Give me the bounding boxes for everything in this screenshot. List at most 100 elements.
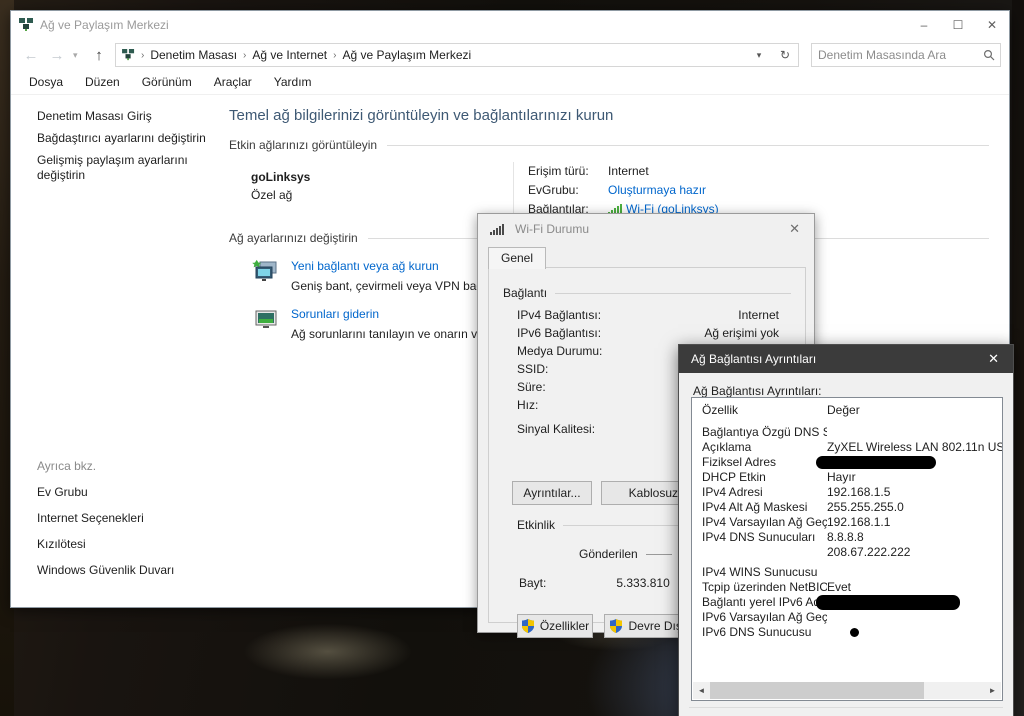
back-icon[interactable]: ←: [21, 47, 41, 64]
details-row[interactable]: Bağlantı yerel IPv6 Adresi: [692, 595, 1002, 610]
sent-label: Gönderilen: [579, 547, 638, 561]
details-row[interactable]: IPv6 Varsayılan Ağ Geçidi: [692, 610, 1002, 625]
wifi-status-row: IPv4 Bağlantısı:Internet: [517, 306, 779, 324]
details-listview[interactable]: Özellik Değer Bağlantıya Özgü DNS S...Aç…: [691, 397, 1003, 701]
breadcrumb-item[interactable]: Denetim Masası: [150, 48, 237, 62]
tab-general[interactable]: Genel: [488, 247, 546, 269]
wifi-row-label: IPv6 Bağlantısı:: [517, 324, 601, 342]
details-row[interactable]: Tcpip üzerinden NetBIO...Evet: [692, 580, 1002, 595]
details-value: [827, 610, 1002, 625]
horizontal-scrollbar[interactable]: ◄ ►: [693, 682, 1001, 699]
menu-görünüm[interactable]: Görünüm: [142, 75, 192, 89]
history-chevron-icon[interactable]: ▾: [73, 50, 83, 61]
details-property: IPv4 WINS Sunucusu: [702, 565, 827, 580]
desktop-wallpaper: Ağ ve Paylaşım Merkezi – ☐ ✕ ← → ▾ ↑ › D…: [0, 0, 1024, 716]
details-row[interactable]: 208.67.222.222: [692, 545, 1002, 560]
network-details-dialog: Ağ Bağlantısı Ayrıntıları ✕ Ağ Bağlantıs…: [678, 344, 1014, 716]
wifi-status-row: IPv6 Bağlantısı:Ağ erişimi yok: [517, 324, 779, 342]
details-property: [702, 545, 827, 560]
navigation-toolbar: ← → ▾ ↑ › Denetim Masası›Ağ ve Internet›…: [11, 39, 1009, 71]
see-also-link[interactable]: Kızılötesi: [37, 537, 209, 552]
menu-araçlar[interactable]: Araçlar: [214, 75, 252, 89]
search-input[interactable]: [812, 48, 978, 62]
sidebar-link[interactable]: Bağdaştırıcı ayarlarını değiştirin: [37, 131, 209, 146]
search-box[interactable]: [811, 43, 1001, 67]
up-icon[interactable]: ↑: [89, 47, 109, 64]
wifi-row-value: Internet: [738, 306, 779, 324]
minimize-button[interactable]: –: [907, 11, 941, 39]
details-row[interactable]: IPv6 DNS Sunucusu: [692, 625, 1002, 640]
details-close-icon[interactable]: ✕: [984, 349, 1003, 369]
details-row[interactable]: IPv4 WINS Sunucusu: [692, 565, 1002, 580]
page-title: Temel ağ bilgilerinizi görüntüleyin ve b…: [229, 107, 989, 124]
scrollbar-thumb[interactable]: [710, 682, 924, 699]
details-dialog-titlebar[interactable]: Ağ Bağlantısı Ayrıntıları ✕: [679, 345, 1013, 373]
wifi-status-icon: [490, 224, 504, 235]
details-property: IPv4 Adresi: [702, 485, 827, 500]
bytes-label: Bayt:: [519, 576, 546, 590]
details-row[interactable]: IPv4 DNS Sunucuları8.8.8.8: [692, 530, 1002, 545]
column-property[interactable]: Özellik: [702, 403, 827, 417]
sidebar-link[interactable]: Gelişmiş paylaşım ayarlarını değiştirin: [37, 153, 209, 183]
details-dialog-title: Ağ Bağlantısı Ayrıntıları: [691, 352, 984, 366]
details-property: Fiziksel Adres: [702, 455, 827, 470]
network-location-icon: [122, 49, 135, 61]
maximize-button[interactable]: ☐: [941, 11, 975, 39]
details-value: Evet: [827, 580, 1002, 595]
access-type-value: Internet: [608, 164, 649, 178]
close-button[interactable]: ✕: [975, 11, 1009, 39]
wifi-dialog-titlebar[interactable]: Wi-Fi Durumu ✕: [478, 214, 814, 244]
details-value: 255.255.255.0: [827, 500, 1002, 515]
new-connection-icon: [251, 259, 281, 285]
details-row[interactable]: IPv4 Adresi192.168.1.5: [692, 485, 1002, 500]
scroll-right-icon[interactable]: ►: [984, 682, 1001, 699]
see-also-link[interactable]: Ev Grubu: [37, 485, 209, 500]
menu-bar: Dosya Düzen Görünüm Araçlar Yardım: [11, 71, 1009, 95]
details-row[interactable]: DHCP EtkinHayır: [692, 470, 1002, 485]
breadcrumb-item[interactable]: Ağ ve Internet: [252, 48, 327, 62]
divider: [646, 554, 672, 555]
menu-yardım[interactable]: Yardım: [274, 75, 312, 89]
details-row[interactable]: IPv4 Varsayılan Ağ Geçidi192.168.1.1: [692, 515, 1002, 530]
scroll-left-icon[interactable]: ◄: [693, 682, 710, 699]
sidebar-item-control-panel-home[interactable]: Denetim Masası Giriş: [37, 109, 209, 124]
see-also-heading: Ayrıca bkz.: [37, 459, 209, 473]
breadcrumb-chevron: ›: [139, 50, 146, 61]
see-also-link[interactable]: Windows Güvenlik Duvarı: [37, 563, 209, 578]
details-row[interactable]: AçıklamaZyXEL Wireless LAN 802.11n USB 2…: [692, 440, 1002, 455]
homegroup-link[interactable]: Oluşturmaya hazır: [608, 183, 706, 197]
wifi-close-icon[interactable]: ✕: [785, 219, 804, 239]
column-value[interactable]: Değer: [827, 403, 860, 417]
see-also-link[interactable]: Internet Seçenekleri: [37, 511, 209, 526]
details-property: IPv6 DNS Sunucusu: [702, 625, 827, 640]
details-value: [827, 425, 1002, 440]
details-property: Açıklama: [702, 440, 827, 455]
details-row[interactable]: Fiziksel Adres: [692, 455, 1002, 470]
breadcrumb-chevron: ›: [241, 50, 248, 61]
troubleshoot-icon: [251, 307, 281, 333]
menu-dosya[interactable]: Dosya: [29, 75, 63, 89]
wifi-row-label: SSID:: [517, 360, 548, 378]
breadcrumb[interactable]: Denetim Masası › Ağ ve Internet › Ağ ve Payl…: [150, 48, 744, 62]
forward-icon[interactable]: →: [47, 47, 67, 64]
details-row[interactable]: IPv4 Alt Ağ Maskesi255.255.255.0: [692, 500, 1002, 515]
properties-button[interactable]: Özellikler: [517, 614, 593, 638]
homegroup-label: EvGrubu:: [528, 183, 608, 197]
main-titlebar[interactable]: Ağ ve Paylaşım Merkezi – ☐ ✕: [11, 11, 1009, 39]
breadcrumb-item[interactable]: Ağ ve Paylaşım Merkezi: [342, 48, 471, 62]
details-property: Tcpip üzerinden NetBIO...: [702, 580, 827, 595]
details-list-label: Ağ Bağlantısı Ayrıntıları:: [693, 384, 1013, 398]
listview-header[interactable]: Özellik Değer: [692, 398, 1002, 425]
breadcrumb-chevron: ›: [331, 50, 338, 61]
address-bar[interactable]: › Denetim Masası › Ağ ve Internet › Ağ ve Pa…: [115, 43, 799, 67]
menu-düzen[interactable]: Düzen: [85, 75, 120, 89]
section-active-networks: Etkin ağlarınızı görüntüleyin: [229, 138, 989, 152]
search-icon[interactable]: [978, 44, 1000, 66]
redaction-bar: [816, 595, 960, 610]
address-dropdown-icon[interactable]: ▾: [748, 44, 770, 66]
details-value: 208.67.222.222: [827, 545, 1002, 560]
bytes-sent-value: 5.333.810: [616, 576, 669, 590]
details-button[interactable]: Ayrıntılar...: [512, 481, 592, 505]
refresh-icon[interactable]: ↻: [774, 44, 796, 66]
details-row[interactable]: Bağlantıya Özgü DNS S...: [692, 425, 1002, 440]
